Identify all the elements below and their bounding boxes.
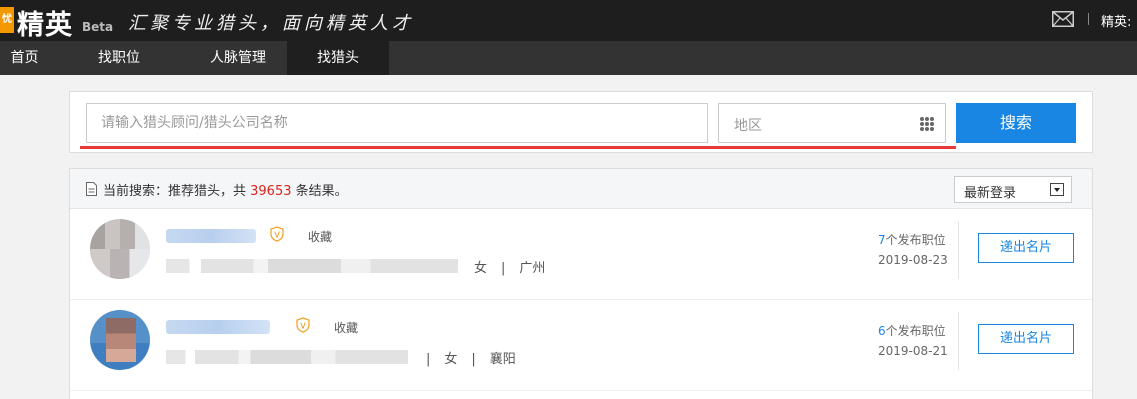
gender: 女 (444, 352, 458, 367)
info-redacted (166, 259, 458, 273)
nav-item-home[interactable]: 首页 (0, 41, 49, 75)
results-header: 当前搜索：推荐猎头，共 39653 条结果。 最新登录 (70, 169, 1092, 209)
mail-icon[interactable] (1052, 11, 1074, 27)
published-jobs-count: 7 (878, 233, 886, 247)
name-redacted[interactable] (166, 229, 256, 243)
search-button[interactable]: 搜索 (956, 103, 1076, 143)
summary-suffix: 条结果。 (291, 184, 348, 199)
send-card-button[interactable]: 递出名片 (978, 324, 1074, 354)
published-jobs-label: 个发布职位 (885, 324, 946, 338)
search-panel: 地区 搜索 (69, 91, 1093, 153)
headhunter-search-input[interactable] (86, 103, 708, 143)
gender: 女 (474, 261, 488, 276)
nav-item-network[interactable]: 人脉管理 (189, 41, 287, 75)
meta-separator: | (426, 352, 431, 367)
meta-separator: | (501, 261, 506, 276)
user-menu[interactable]: 精英: (1101, 11, 1131, 30)
document-icon (86, 182, 97, 196)
grid-dots-icon (920, 117, 934, 131)
city: 广州 (519, 261, 546, 276)
results-panel: 当前搜索：推荐猎头，共 39653 条结果。 最新登录 V 收藏 女 | 广州 7个… (69, 168, 1093, 399)
summary-prefix: 当前搜索：推荐猎头，共 (103, 184, 251, 199)
name-redacted[interactable] (166, 320, 270, 334)
slogan: 汇聚专业猎头，面向精英人才 (128, 13, 414, 34)
vip-shield-icon: V (270, 226, 284, 242)
published-jobs-label: 个发布职位 (885, 233, 946, 247)
profile-meta: | 女 | 襄阳 (426, 348, 516, 367)
nav-item-find-jobs[interactable]: 找职位 (49, 41, 189, 75)
results-count: 39653 (250, 184, 292, 199)
favorite-link[interactable]: 收藏 (308, 228, 332, 245)
published-jobs[interactable]: 6个发布职位 (878, 322, 946, 339)
list-item: V 收藏 | 女 | 襄阳 6个发布职位 2019-08-21 递出名片 (70, 300, 1092, 391)
nav-item-find-headhunter[interactable]: 找猎头 (287, 41, 389, 75)
logo-beta-label: Beta (82, 20, 114, 34)
chevron-down-icon (1050, 183, 1064, 196)
region-label: 地区 (734, 118, 762, 134)
favorite-link[interactable]: 收藏 (334, 319, 358, 336)
send-card-button[interactable]: 递出名片 (978, 233, 1074, 263)
sort-selected-label: 最新登录 (964, 186, 1017, 201)
vip-shield-icon: V (296, 317, 310, 333)
meta-separator: | (471, 352, 476, 367)
search-underline (80, 146, 956, 149)
row-divider (958, 221, 959, 279)
list-item: V 收藏 女 | 广州 7个发布职位 2019-08-23 递出名片 (70, 209, 1092, 300)
sort-select[interactable]: 最新登录 (954, 176, 1072, 203)
topbar-divider (1088, 13, 1089, 25)
main-nav: 首页 找职位 人脉管理 找猎头 (0, 41, 1137, 75)
published-jobs[interactable]: 7个发布职位 (878, 231, 946, 248)
avatar[interactable] (90, 310, 150, 370)
row-divider (958, 312, 959, 370)
last-login-date: 2019-08-21 (878, 344, 948, 358)
logo-badge: 忧 (0, 7, 14, 33)
info-redacted (166, 350, 408, 364)
logo-text[interactable]: 精英 (17, 3, 73, 42)
svg-text:V: V (300, 322, 306, 331)
avatar[interactable] (90, 219, 150, 279)
published-jobs-count: 6 (878, 324, 886, 338)
last-login-date: 2019-08-23 (878, 253, 948, 267)
region-selector[interactable]: 地区 (718, 103, 946, 143)
results-summary: 当前搜索：推荐猎头，共 39653 条结果。 (103, 180, 348, 199)
profile-meta: 女 | 广州 (474, 257, 545, 276)
city: 襄阳 (489, 352, 516, 367)
top-bar: 忧 精英 Beta 汇聚专业猎头，面向精英人才 精英: (0, 0, 1137, 41)
svg-text:V: V (274, 231, 280, 240)
